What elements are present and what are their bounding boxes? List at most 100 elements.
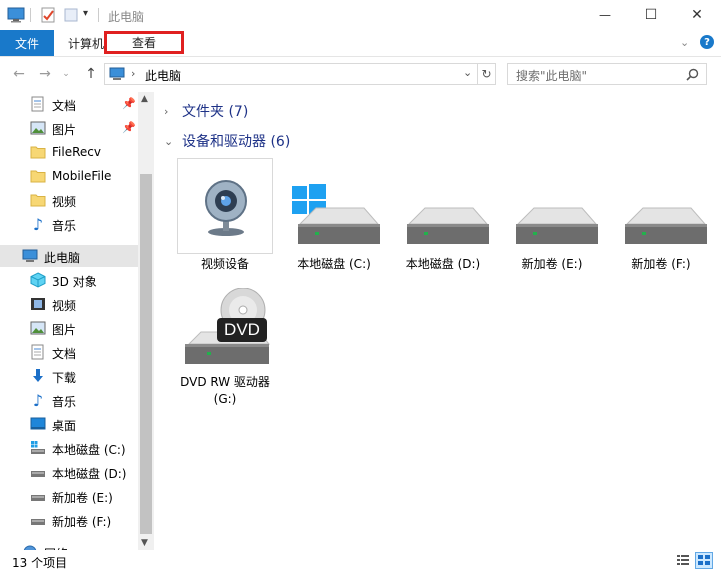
- documents-icon: [31, 344, 44, 360]
- nav-item-drive-c[interactable]: 本地磁盘 (C:): [0, 437, 138, 459]
- address-bar[interactable]: › 此电脑 ⌄: [104, 63, 478, 85]
- search-placeholder: 搜索"此电脑": [516, 69, 588, 83]
- nav-item-label: 新加卷 (E:): [52, 491, 113, 505]
- properties-icon[interactable]: [40, 7, 56, 23]
- group-devices-label: 设备和驱动器 (6): [182, 134, 291, 150]
- recent-locations-button[interactable]: ⌄: [60, 65, 72, 83]
- breadcrumb-this-pc[interactable]: 此电脑: [145, 67, 181, 84]
- folder-icon: [30, 194, 46, 207]
- search-input[interactable]: 搜索"此电脑": [507, 63, 707, 85]
- tile-label: DVD RW 驱动器: [180, 375, 270, 389]
- nav-item-music[interactable]: ♪ 音乐: [0, 389, 138, 411]
- minimize-button[interactable]: —: [582, 0, 628, 30]
- drive-icon: [31, 471, 45, 477]
- new-folder-icon[interactable]: [63, 7, 79, 23]
- chevron-down-icon: ⌄: [164, 134, 174, 148]
- nav-item-documents-pc[interactable]: 文档: [0, 341, 138, 363]
- nav-item-label: 视频: [52, 195, 77, 209]
- chevron-down-icon: ⌄: [62, 69, 70, 79]
- nav-item-downloads[interactable]: 下载: [0, 365, 138, 387]
- pin-icon[interactable]: 📌: [122, 97, 136, 110]
- group-folders[interactable]: › 文件夹 (7): [164, 100, 248, 122]
- up-arrow-icon: ↑: [85, 66, 97, 82]
- nav-item-drive-f[interactable]: 新加卷 (F:): [0, 509, 138, 531]
- nav-item-drive-e[interactable]: 新加卷 (E:): [0, 485, 138, 507]
- scroll-down-icon[interactable]: ▼: [141, 538, 148, 548]
- nav-item-mobilefile[interactable]: MobileFile: [0, 165, 138, 187]
- nav-item-drive-d[interactable]: 本地磁盘 (D:): [0, 461, 138, 483]
- nav-item-pictures[interactable]: 图片 📌: [0, 117, 138, 139]
- maximize-icon: ☐: [644, 7, 658, 23]
- nav-item-3d-objects[interactable]: 3D 对象: [0, 269, 138, 291]
- tile-drive-f[interactable]: 新加卷 (F:): [613, 180, 709, 300]
- tile-dvd-drive[interactable]: DVD DVD RW 驱动器 (G:): [177, 288, 273, 413]
- details-view-icon[interactable]: [676, 554, 690, 567]
- folder-icon: [30, 146, 46, 159]
- nav-item-filerecv[interactable]: FileRecv: [0, 141, 138, 163]
- nav-item-desktop[interactable]: 桌面: [0, 413, 138, 435]
- close-icon: ✕: [691, 7, 703, 23]
- customize-toolbar-icon[interactable]: ▾: [83, 8, 88, 19]
- nav-item-label: 图片: [52, 123, 77, 137]
- pin-icon[interactable]: 📌: [122, 121, 136, 134]
- large-icons-view-icon[interactable]: [695, 552, 713, 569]
- documents-icon: [31, 96, 44, 112]
- tab-file[interactable]: 文件: [0, 30, 54, 56]
- address-dropdown-icon[interactable]: ⌄: [463, 66, 472, 79]
- nav-item-label: 本地磁盘 (C:): [52, 443, 126, 457]
- up-button[interactable]: ↑: [82, 65, 100, 83]
- nav-item-label: 下载: [52, 371, 77, 385]
- desktop-icon: [30, 417, 46, 430]
- forward-button[interactable]: →: [36, 65, 54, 83]
- forward-arrow-icon: →: [39, 66, 51, 82]
- nav-item-documents[interactable]: 文档 📌: [0, 93, 138, 115]
- search-icon: [686, 68, 699, 81]
- maximize-button[interactable]: ☐: [628, 0, 674, 30]
- tab-view[interactable]: 查看: [104, 31, 184, 54]
- expand-ribbon-icon[interactable]: ⌄: [680, 36, 689, 49]
- nav-scrollbar[interactable]: ▲ ▼: [138, 92, 154, 550]
- breadcrumb-separator-icon: ›: [131, 67, 136, 80]
- group-devices[interactable]: ⌄ 设备和驱动器 (6): [164, 130, 290, 152]
- tile-drive-e[interactable]: 新加卷 (E:): [504, 180, 600, 300]
- window-title: 此电脑: [108, 10, 145, 24]
- drive-icon: [31, 495, 45, 501]
- tile-label: 视频设备: [200, 257, 249, 271]
- address-row: ← → ⌄ ↑ › 此电脑 ⌄ ↻ 搜索"此电脑": [0, 57, 721, 91]
- refresh-button[interactable]: ↻: [478, 63, 496, 85]
- tile-label: 新加卷 (F:): [631, 257, 691, 271]
- tile-label: 本地磁盘 (C:): [297, 257, 371, 271]
- tile-label: 新加卷 (E:): [521, 257, 583, 271]
- help-icon[interactable]: ?: [700, 35, 714, 49]
- nav-item-network[interactable]: 网络: [0, 541, 138, 550]
- nav-item-pictures-pc[interactable]: 图片: [0, 317, 138, 339]
- nav-item-label: 音乐: [52, 219, 77, 233]
- nav-item-videos-quick[interactable]: 视频: [0, 189, 138, 211]
- folder-icon: [30, 170, 46, 183]
- drive-icon: [625, 207, 707, 244]
- drive-icon: [516, 207, 598, 244]
- music-icon: ♪: [32, 390, 44, 410]
- scroll-thumb[interactable]: [140, 174, 152, 534]
- system-drive-icon: [31, 441, 45, 454]
- nav-item-label: 文档: [52, 99, 77, 113]
- nav-item-music-quick[interactable]: ♪ 音乐: [0, 213, 138, 235]
- tile-video-device-caption: 视频设备: [177, 254, 273, 274]
- music-icon: ♪: [32, 214, 44, 234]
- minimize-icon: —: [599, 8, 611, 22]
- drive-icon: [31, 519, 45, 525]
- tile-drive-c[interactable]: 本地磁盘 (C:): [286, 180, 382, 300]
- computer-icon[interactable]: [7, 7, 25, 23]
- back-button[interactable]: ←: [10, 65, 28, 83]
- nav-item-this-pc[interactable]: 此电脑: [0, 245, 138, 267]
- nav-item-videos[interactable]: 视频: [0, 293, 138, 315]
- videos-icon: [31, 298, 45, 310]
- scroll-up-icon[interactable]: ▲: [141, 94, 148, 104]
- navigation-pane[interactable]: 文档 📌 图片 📌 FileRecv MobileFile 视频 ♪ 音乐 此电…: [0, 92, 154, 550]
- close-button[interactable]: ✕: [674, 0, 720, 30]
- tab-computer[interactable]: 计算机: [60, 30, 106, 56]
- status-bar: 13 个项目: [0, 550, 721, 571]
- ribbon-tabs: 文件 计算机 查看 ⌄ ?: [0, 30, 721, 57]
- tile-drive-d[interactable]: 本地磁盘 (D:): [395, 180, 491, 300]
- tile-video-device[interactable]: [177, 158, 273, 254]
